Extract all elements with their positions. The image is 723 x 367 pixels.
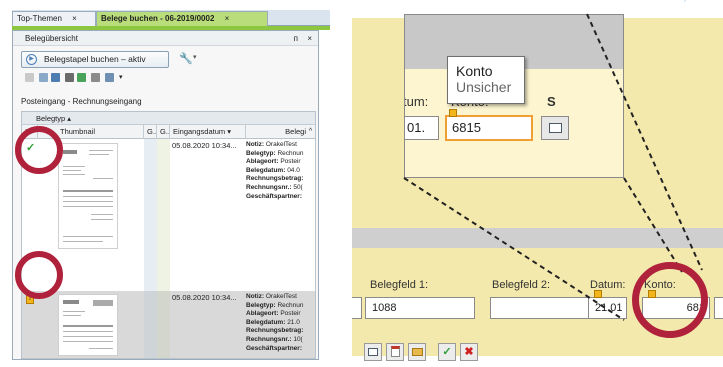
document-info: Notiz: OrakelTest Belegtyp: Rechnun Abla…	[246, 293, 304, 352]
document-thumbnail[interactable]	[58, 143, 118, 249]
book-stack-label: Belegstapel buchen – aktiv	[44, 54, 146, 64]
tab-close-icon[interactable]: ×	[72, 12, 77, 26]
toolbar-more-icon[interactable]: ▾	[119, 73, 125, 82]
grid-toolbar: ▾	[21, 73, 221, 85]
wrench-icon[interactable]: 🔧	[179, 52, 193, 65]
play-icon: ▶	[26, 54, 37, 65]
document-thumbnail[interactable]	[58, 294, 118, 356]
panel-title: Belegübersicht	[25, 34, 78, 43]
tab-label: Top-Themen	[17, 14, 62, 23]
document-icon[interactable]	[25, 73, 34, 82]
column-header-beleginfo[interactable]: Belegi	[246, 125, 308, 139]
columns-icon[interactable]	[39, 73, 48, 82]
toolbar-more-icon[interactable]: ▾	[193, 53, 197, 61]
edit-icon[interactable]	[105, 73, 114, 82]
tab-belege-buchen[interactable]: Belege buchen - 06-2019/0002 ×	[96, 11, 268, 26]
booking-form-zoom: tum: Konto: S 01. 6815 Konto Unsicher Be…	[352, 0, 723, 367]
grid-cell-g1	[144, 139, 157, 291]
panel-header: Belegübersicht ᴨ ×	[13, 31, 318, 46]
tab-bar: Top-Themen × Belege buchen - 06-2019/000…	[12, 10, 330, 26]
book-stack-button[interactable]: ▶ Belegstapel buchen – aktiv	[21, 51, 169, 68]
close-icon[interactable]: ×	[307, 31, 312, 46]
panel-frame: Belegübersicht ᴨ × ▶ Belegstapel buchen …	[12, 30, 319, 360]
document-grid: Belegtyp ▴ ! Thumbnail G.. G.. Eingangsd…	[21, 111, 316, 359]
receipt-date: 05.08.2020 10:34...	[172, 293, 237, 302]
group-by-row[interactable]: Belegtyp ▴	[22, 112, 315, 125]
tab-close-icon[interactable]: ×	[225, 12, 230, 26]
table-row[interactable]: ✓ 05.08.2020 10:34... Notiz: OrakelTest …	[22, 139, 315, 291]
upload-icon[interactable]	[65, 73, 74, 82]
grid-cell-g2	[157, 291, 170, 358]
column-header-eingangsdatum[interactable]: Eingangsdatum ▾	[170, 125, 246, 139]
status-cell: !	[22, 291, 38, 358]
tab-top-themen[interactable]: Top-Themen ×	[12, 11, 96, 26]
grid-header: ! Thumbnail G.. G.. Eingangsdatum ▾ Bele…	[22, 125, 315, 139]
column-header-g1[interactable]: G..	[144, 125, 157, 139]
refresh-icon[interactable]	[77, 73, 86, 82]
scroll-up-icon[interactable]: ^	[306, 125, 315, 139]
export-icon[interactable]	[51, 73, 60, 82]
group-by-label: Belegtyp ▴	[36, 114, 72, 123]
receipt-date: 05.08.2020 10:34...	[172, 141, 237, 150]
breadcrumb: Posteingang - Rechnungseingang	[21, 97, 142, 106]
pin-icon[interactable]: ᴨ	[294, 31, 298, 46]
table-row[interactable]: ! 05.08.2020 10:34... Notiz: OrakelTest …	[22, 291, 315, 358]
copy-icon[interactable]	[91, 73, 100, 82]
column-header-g2[interactable]: G..	[157, 125, 170, 139]
tab-label: Belege buchen - 06-2019/0002	[101, 14, 215, 23]
highlight-circle-konto	[632, 262, 708, 338]
document-info: Notiz: OrakelTest Belegtyp: Rechnun Abla…	[246, 141, 304, 200]
grid-cell-g2	[157, 139, 170, 291]
highlight-circle-warning	[15, 251, 63, 299]
grid-cell-g1	[144, 291, 157, 358]
highlight-circle-ok	[15, 126, 63, 174]
document-overview-panel: Top-Themen × Belege buchen - 06-2019/000…	[0, 0, 338, 367]
